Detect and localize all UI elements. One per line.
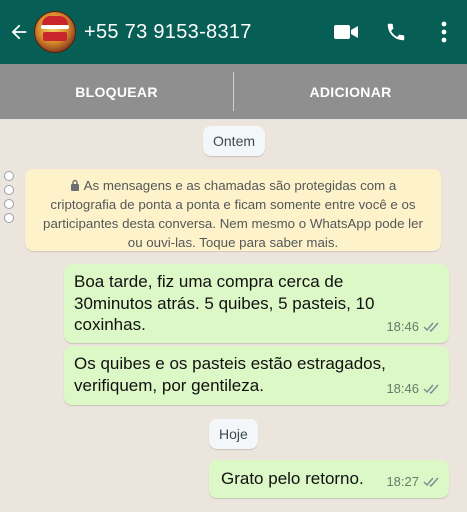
drag-handle[interactable]: [4, 171, 16, 227]
unknown-contact-actions: BLOQUEAR ADICIONAR: [0, 64, 467, 119]
read-ticks-icon: [423, 322, 439, 332]
message-text: Boa tarde, fiz uma compra cerca de 30min…: [74, 272, 375, 334]
message-bubble[interactable]: Os quibes e os pasteis estão estragados,…: [64, 346, 449, 405]
date-separator-today: Hoje: [209, 419, 258, 449]
back-button[interactable]: [2, 0, 36, 64]
more-options-button[interactable]: [421, 0, 467, 64]
contact-title[interactable]: +55 73 9153-8317: [84, 21, 252, 44]
message-bubble[interactable]: Grato pelo retorno. 18:27: [209, 460, 449, 498]
phone-icon: [387, 23, 405, 41]
arrow-back-icon: [11, 24, 27, 40]
add-contact-button[interactable]: ADICIONAR: [234, 64, 467, 119]
encryption-notice-text: As mensagens e as chamadas são protegida…: [43, 178, 423, 250]
video-call-icon: [334, 25, 358, 39]
chat-header: +55 73 9153-8317: [0, 0, 467, 64]
message-text: Os quibes e os pasteis estão estragados,…: [74, 354, 386, 395]
voice-call-button[interactable]: [371, 0, 421, 64]
message-time: 18:46: [386, 318, 419, 334]
message-time: 18:27: [386, 473, 419, 489]
read-ticks-icon: [423, 477, 439, 487]
contact-avatar[interactable]: [34, 11, 76, 53]
date-separator-yesterday: Ontem: [203, 126, 266, 156]
message-bubble[interactable]: Boa tarde, fiz uma compra cerca de 30min…: [64, 264, 449, 343]
lock-icon: [70, 179, 79, 191]
conversation[interactable]: Ontem As mensagens e as chamadas são pro…: [0, 119, 467, 512]
encryption-notice[interactable]: As mensagens e as chamadas são protegida…: [25, 169, 441, 251]
more-vert-icon: [441, 21, 447, 43]
block-button[interactable]: BLOQUEAR: [0, 64, 233, 119]
video-call-button[interactable]: [321, 0, 371, 64]
message-time: 18:46: [386, 380, 419, 396]
read-ticks-icon: [423, 384, 439, 394]
